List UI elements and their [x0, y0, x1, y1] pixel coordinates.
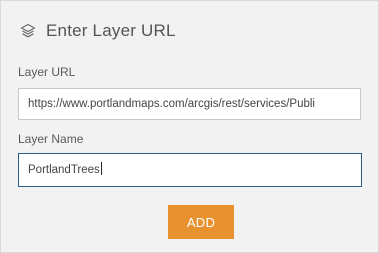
add-layer-panel: Enter Layer URL Layer URL https://www.po…	[0, 0, 379, 253]
add-button-label: ADD	[186, 214, 216, 230]
layers-icon	[19, 22, 37, 40]
layer-url-label: Layer URL	[18, 65, 76, 79]
text-cursor	[100, 162, 102, 175]
layer-name-input[interactable]: PortlandTrees	[18, 153, 362, 187]
layer-url-value: https://www.portlandmaps.com/arcgis/rest…	[28, 98, 315, 110]
add-button[interactable]: ADD	[168, 205, 234, 239]
panel-header: Enter Layer URL	[19, 19, 176, 43]
panel-title: Enter Layer URL	[46, 21, 176, 40]
layer-name-value: PortlandTrees	[28, 164, 100, 176]
layer-url-input[interactable]: https://www.portlandmaps.com/arcgis/rest…	[18, 88, 361, 120]
layer-name-label: Layer Name	[18, 132, 84, 146]
